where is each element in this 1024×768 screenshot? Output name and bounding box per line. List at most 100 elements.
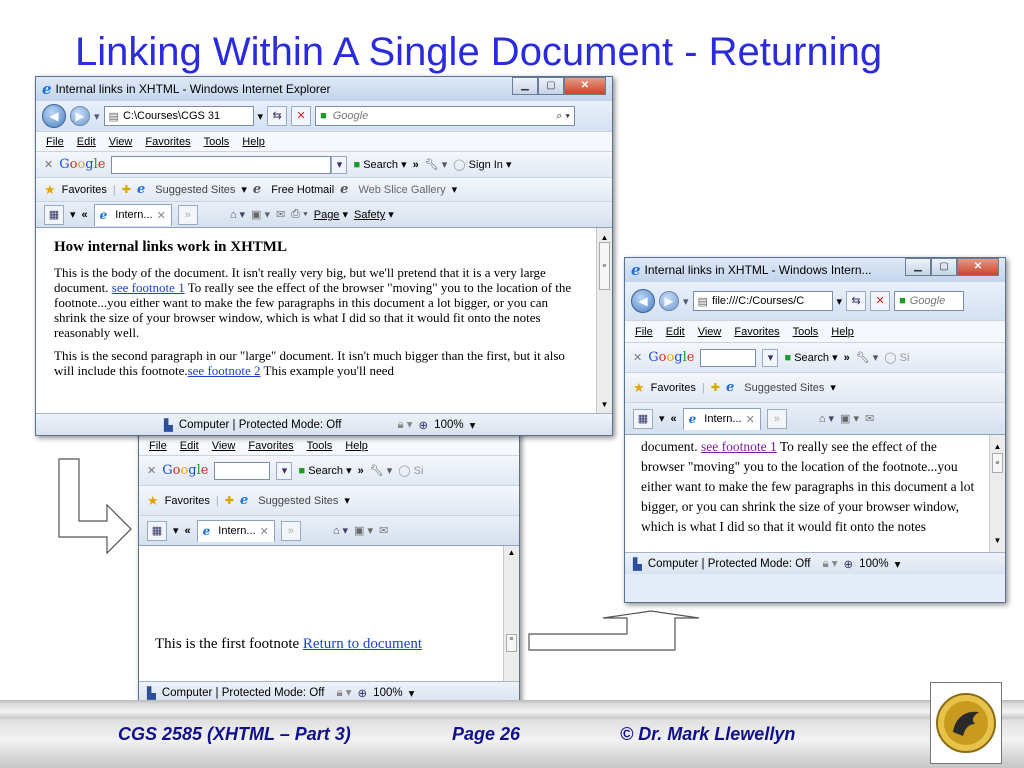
tab-active[interactable]: e Intern... ✕ <box>682 407 761 430</box>
new-tab-button[interactable]: » <box>766 408 787 429</box>
suggested-sites-link[interactable]: Suggested Sites <box>155 184 235 196</box>
scroll-thumb[interactable]: ≡ <box>599 242 610 290</box>
scrollbar[interactable]: ▲ ≡ <box>503 546 519 681</box>
back-button[interactable]: ◀ <box>42 104 66 128</box>
tab-active[interactable]: e Intern... ✕ <box>93 203 172 226</box>
menu-help[interactable]: Help <box>242 136 265 148</box>
sign-in-icon[interactable]: ◯ Si <box>398 464 423 477</box>
zoom-dropdown-icon[interactable]: ▾ <box>409 686 415 700</box>
wrench-icon[interactable]: 🔧︎ ▾ <box>370 464 393 477</box>
google-dropdown-button[interactable]: ▾ <box>762 348 779 367</box>
favorites-button[interactable]: Favorites <box>651 382 696 394</box>
scroll-thumb[interactable]: ≡ <box>992 453 1003 473</box>
address-bar[interactable]: ▤ file:///C:/Courses/C <box>692 291 833 311</box>
scroll-down-icon[interactable]: ▼ <box>597 397 612 412</box>
menu-view[interactable]: View <box>698 326 722 338</box>
close-toolbar-icon[interactable]: ✕ <box>147 464 156 477</box>
minimize-button[interactable]: ▁ <box>512 77 538 95</box>
maximize-button[interactable]: ▢ <box>538 77 564 95</box>
forward-button[interactable]: ▶ <box>70 106 90 126</box>
menu-edit[interactable]: Edit <box>666 326 685 338</box>
menu-favorites[interactable]: Favorites <box>248 440 293 452</box>
menu-tools[interactable]: Tools <box>307 440 333 452</box>
home-icon[interactable]: ⌂ ▾ <box>230 208 245 221</box>
new-tab-button[interactable]: » <box>177 204 198 225</box>
menu-file[interactable]: File <box>149 440 167 452</box>
more-chevron-icon[interactable]: » <box>413 159 419 171</box>
google-search-button[interactable]: ■ Search ▾ <box>353 158 406 171</box>
add-favorites-icon[interactable]: ✚ <box>225 494 234 507</box>
mail-icon[interactable]: ✉ <box>865 412 874 425</box>
menu-help[interactable]: Help <box>345 440 368 452</box>
feeds-icon[interactable]: ▣ ▾ <box>840 412 859 425</box>
suggested-sites-dropdown-icon[interactable]: ▾ <box>241 183 247 196</box>
google-search-input[interactable] <box>700 348 757 367</box>
scroll-up-icon[interactable]: ▲ <box>504 548 519 557</box>
suggested-sites-dropdown-icon[interactable]: ▾ <box>344 494 350 507</box>
close-button[interactable]: ✕ <box>564 77 606 95</box>
tab-close-icon[interactable]: ✕ <box>157 209 166 222</box>
mail-icon[interactable]: ✉ <box>276 208 285 221</box>
zoom-icon[interactable]: ⊕ <box>419 418 429 432</box>
search-box[interactable]: ■ Google ⌕ ▾ <box>315 106 576 126</box>
web-slice-dropdown-icon[interactable]: ▾ <box>452 183 458 196</box>
tab-back-icon[interactable]: « <box>82 209 88 221</box>
google-dropdown-button[interactable]: ▾ <box>331 155 348 174</box>
google-search-button[interactable]: ■ Search ▾ <box>784 351 837 364</box>
tab-list-dropdown-icon[interactable]: ▾ <box>659 412 665 425</box>
zoom-icon[interactable]: ⊕ <box>844 557 854 571</box>
stop-button[interactable]: ✕ <box>291 106 312 126</box>
refresh-button[interactable]: ⇆ <box>267 106 288 126</box>
tab-close-icon[interactable]: ✕ <box>746 413 755 426</box>
menu-file[interactable]: File <box>46 136 64 148</box>
quick-tabs-icon[interactable]: ▦ <box>633 408 653 429</box>
page-menu[interactable]: Page ▾ <box>314 208 348 221</box>
return-to-document-link[interactable]: Return to document <box>303 636 422 652</box>
menu-favorites[interactable]: Favorites <box>734 326 779 338</box>
feeds-icon[interactable]: ▣ ▾ <box>251 208 270 221</box>
zoom-level[interactable]: 100% <box>373 687 402 699</box>
see-footnote-1-link[interactable]: see footnote 1 <box>701 439 777 454</box>
tab-close-icon[interactable]: ✕ <box>260 525 269 538</box>
menu-file[interactable]: File <box>635 326 653 338</box>
tab-back-icon[interactable]: « <box>671 413 677 425</box>
forward-button[interactable]: ▶ <box>659 291 679 311</box>
favorites-button[interactable]: Favorites <box>165 495 210 507</box>
quick-tabs-icon[interactable]: ▦ <box>147 520 167 541</box>
menu-edit[interactable]: Edit <box>180 440 199 452</box>
see-footnote-2-link[interactable]: see footnote 2 <box>188 363 261 378</box>
zoom-level[interactable]: 100% <box>859 558 888 570</box>
search-box[interactable]: ■ Google <box>894 291 965 311</box>
web-slice-gallery-link[interactable]: Web Slice Gallery <box>358 184 445 196</box>
sign-in-button[interactable]: ◯ Sign In ▾ <box>453 158 511 171</box>
menu-edit[interactable]: Edit <box>77 136 96 148</box>
address-dropdown-icon[interactable]: ▾ <box>837 295 843 308</box>
close-button[interactable]: ✕ <box>957 258 999 276</box>
close-toolbar-icon[interactable]: ✕ <box>633 351 642 364</box>
zoom-dropdown-icon[interactable]: ▾ <box>895 557 901 571</box>
zoom-level[interactable]: 100% <box>434 419 463 431</box>
address-dropdown-icon[interactable]: ▾ <box>258 110 264 123</box>
home-icon[interactable]: ⌂ ▾ <box>333 524 348 537</box>
menu-tools[interactable]: Tools <box>793 326 819 338</box>
stop-button[interactable]: ✕ <box>870 291 891 311</box>
safety-menu[interactable]: Safety ▾ <box>354 208 394 221</box>
more-chevron-icon[interactable]: » <box>844 352 850 364</box>
sign-in-icon[interactable]: ◯ Si <box>884 351 909 364</box>
favorites-button[interactable]: Favorites <box>62 184 107 196</box>
security-icon[interactable]: 🔒︎ ▾ <box>822 556 837 571</box>
menu-favorites[interactable]: Favorites <box>145 136 190 148</box>
scroll-down-icon[interactable]: ▼ <box>990 531 1005 551</box>
minimize-button[interactable]: ▁ <box>905 258 931 276</box>
tab-list-dropdown-icon[interactable]: ▾ <box>70 208 76 221</box>
close-toolbar-icon[interactable]: ✕ <box>44 158 53 171</box>
google-dropdown-button[interactable]: ▾ <box>276 461 293 480</box>
suggested-sites-link[interactable]: Suggested Sites <box>744 382 824 394</box>
search-icon[interactable]: ⌕ ▾ <box>556 110 570 123</box>
back-button[interactable]: ◀ <box>631 289 655 313</box>
menu-view[interactable]: View <box>212 440 236 452</box>
google-search-input[interactable] <box>111 155 332 174</box>
menu-view[interactable]: View <box>109 136 133 148</box>
scrollbar[interactable]: ▲ ≡ ▼ <box>989 435 1005 552</box>
add-favorites-icon[interactable]: ✚ <box>122 183 131 196</box>
